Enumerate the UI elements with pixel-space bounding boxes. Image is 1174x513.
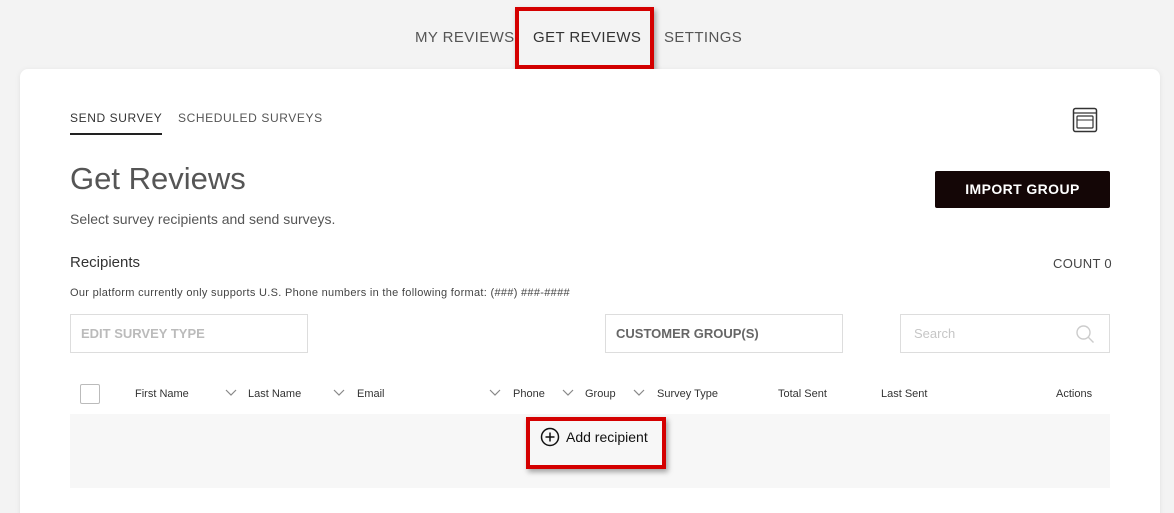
column-phone[interactable]: Phone [513, 388, 545, 400]
select-all-checkbox[interactable] [80, 384, 100, 404]
column-total-sent[interactable]: Total Sent [778, 388, 827, 400]
chevron-down-icon[interactable] [225, 388, 237, 398]
import-group-button[interactable]: IMPORT GROUP [935, 171, 1110, 208]
search-box [900, 314, 1110, 353]
search-input[interactable] [901, 315, 1071, 352]
column-group[interactable]: Group [585, 388, 616, 400]
highlight-annotation [526, 417, 666, 469]
highlight-annotation [515, 7, 654, 69]
page-title: Get Reviews [70, 161, 246, 196]
subtab-send-survey[interactable]: SEND SURVEY [70, 111, 163, 135]
column-email[interactable]: Email [357, 388, 385, 400]
chevron-down-icon[interactable] [633, 388, 645, 398]
search-icon[interactable] [1075, 324, 1095, 344]
column-first-name[interactable]: First Name [135, 388, 189, 400]
column-last-name[interactable]: Last Name [248, 388, 301, 400]
column-last-sent[interactable]: Last Sent [881, 388, 927, 400]
screen-display-icon[interactable] [1072, 107, 1098, 133]
column-actions: Actions [1056, 388, 1093, 400]
top-navigation: MY REVIEWS GET REVIEWS SETTINGS [0, 0, 1174, 70]
chevron-down-icon[interactable] [489, 388, 501, 398]
page-subtitle: Select survey recipients and send survey… [70, 211, 336, 227]
chevron-down-icon[interactable] [333, 388, 345, 398]
customer-group-select[interactable]: CUSTOMER GROUP(S) [605, 314, 843, 353]
tab-settings[interactable]: SETTINGS [664, 29, 742, 46]
subtab-scheduled-surveys[interactable]: SCHEDULED SURVEYS [178, 111, 323, 125]
recipient-count: COUNT 0 [1053, 256, 1112, 271]
phone-format-note: Our platform currently only supports U.S… [70, 287, 570, 299]
survey-type-select[interactable]: EDIT SURVEY TYPE [70, 314, 308, 353]
column-survey-type[interactable]: Survey Type [657, 388, 718, 400]
empty-table-row: Add recipient [70, 414, 1110, 488]
table-header: First Name Last Name Email Phone Group S… [70, 382, 1110, 406]
main-card: SEND SURVEY SCHEDULED SURVEYS Get Review… [20, 69, 1160, 513]
tab-my-reviews[interactable]: MY REVIEWS [415, 29, 515, 46]
chevron-down-icon[interactable] [562, 388, 574, 398]
recipients-label: Recipients [70, 254, 141, 271]
